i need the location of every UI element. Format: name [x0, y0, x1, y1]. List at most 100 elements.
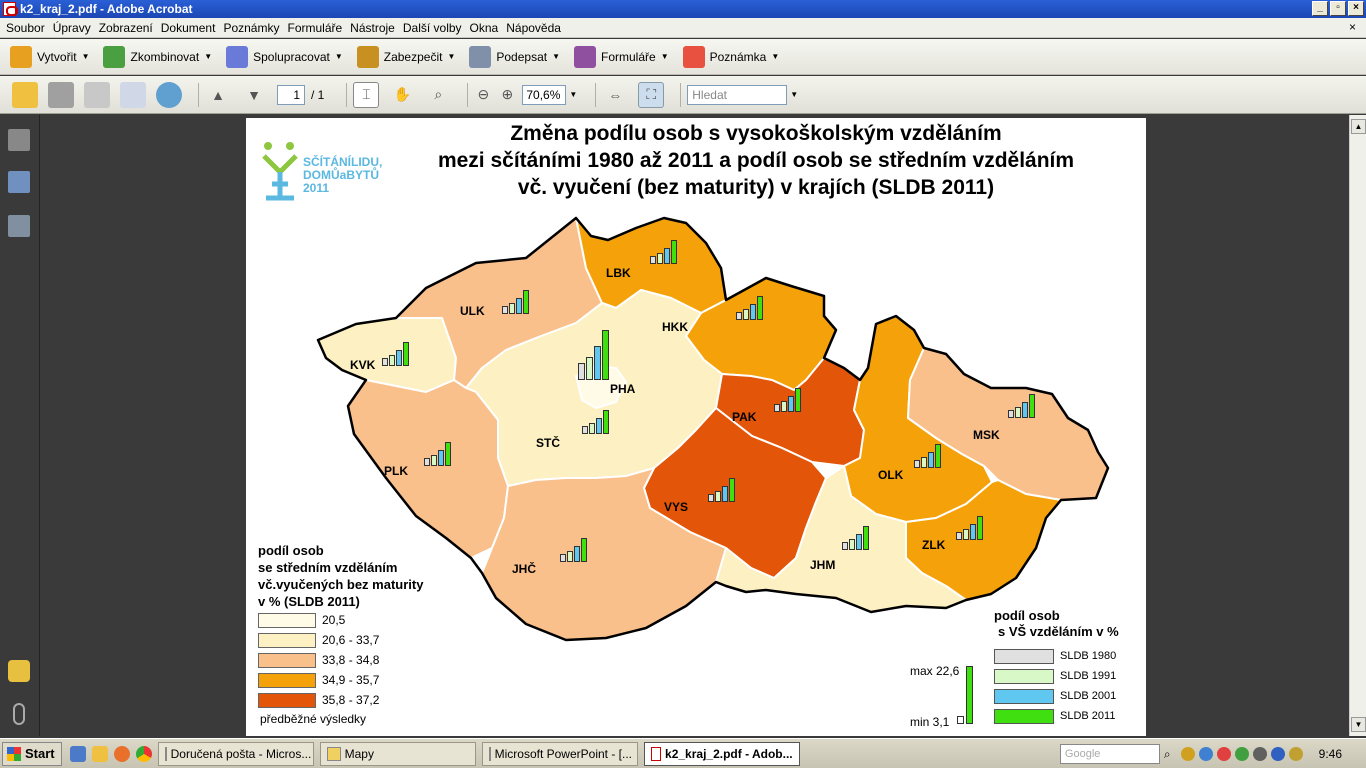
print-icon[interactable]	[48, 81, 74, 108]
zoom-dropdown-icon[interactable]: ▼	[569, 90, 577, 99]
region-bar	[722, 486, 728, 502]
navigation-panel	[0, 115, 40, 736]
region-bar	[567, 551, 573, 562]
search-dropdown-icon[interactable]: ▼	[790, 90, 798, 99]
signatures-icon[interactable]	[8, 215, 30, 237]
acrobat-app-icon	[3, 2, 18, 16]
forms-button[interactable]: Formuláře ▼	[574, 45, 669, 68]
menu-soubor[interactable]: Soubor	[2, 21, 49, 35]
page-number-input[interactable]: 1	[277, 84, 305, 105]
region-bar	[715, 491, 721, 502]
zoom-out-icon[interactable]: ⊖	[474, 82, 492, 108]
tray-icon[interactable]	[1198, 747, 1213, 761]
collaborate-button[interactable]: Spolupracovat ▼	[226, 45, 343, 68]
scroll-up-icon[interactable]: ▲	[1351, 119, 1366, 134]
select-tool-icon[interactable]: ⌶	[353, 81, 380, 108]
restore-button[interactable]: ▫	[1330, 1, 1346, 16]
secure-button[interactable]: Zabezpečit ▼	[356, 45, 455, 68]
scale-min-label: min 3,1	[910, 715, 950, 729]
chrome-icon[interactable]	[135, 745, 152, 762]
start-button[interactable]: Start	[2, 741, 62, 766]
zoom-in-icon[interactable]: ⊕	[498, 82, 516, 108]
menu-poznamky[interactable]: Poznámky	[219, 21, 283, 35]
next-page-icon[interactable]: ▼	[241, 82, 267, 108]
previous-page-icon[interactable]: ▲	[205, 82, 231, 108]
vertical-scrollbar[interactable]: ▲ ▼	[1349, 115, 1366, 736]
web-icon[interactable]	[156, 81, 182, 108]
bookmarks-icon[interactable]	[8, 171, 30, 193]
fit-page-icon[interactable]: ⛶	[638, 81, 665, 108]
save-icon[interactable]	[84, 81, 110, 108]
preliminary-results-note: předběžné výsledky	[260, 712, 367, 726]
forms-icon	[574, 45, 597, 68]
legend-class: 20,6 - 33,7	[258, 630, 423, 650]
region-bar	[445, 442, 451, 466]
search-icon[interactable]: ⌕	[1164, 747, 1171, 762]
toolbar-separator	[198, 82, 199, 107]
menu-napoveda[interactable]: Nápověda	[502, 21, 565, 35]
region-bar	[403, 342, 409, 366]
google-search-input[interactable]: Google	[1059, 744, 1160, 764]
region-bar-chart-pak	[774, 388, 801, 412]
tray-icon[interactable]	[1252, 747, 1267, 761]
task-powerpoint[interactable]: Microsoft PowerPoint - [...	[481, 741, 638, 766]
email-icon[interactable]	[120, 81, 146, 108]
system-tray: Google ⌕ 9:46	[1059, 741, 1366, 767]
region-bar	[842, 542, 848, 550]
toolbar-separator	[595, 82, 597, 107]
zoom-tool-icon[interactable]: ⌕	[425, 82, 451, 108]
task-acrobat[interactable]: k2_kraj_2.pdf - Adob...	[643, 741, 800, 766]
firefox-icon[interactable]	[113, 745, 130, 762]
create-button[interactable]: Vytvořit ▼	[10, 45, 89, 68]
combine-button[interactable]: Zkombinovat ▼	[103, 45, 212, 68]
outlook-icon[interactable]	[91, 745, 108, 762]
menu-nastroje[interactable]: Nástroje	[346, 21, 399, 35]
menu-dokument[interactable]: Dokument	[157, 21, 220, 35]
region-bar	[1008, 410, 1014, 418]
menu-okna[interactable]: Okna	[466, 21, 503, 35]
region-bar	[589, 423, 595, 434]
region-bar	[664, 248, 670, 264]
search-input[interactable]: Hledat	[687, 84, 788, 105]
region-bar	[389, 355, 395, 366]
fit-width-icon[interactable]: ⇔	[602, 82, 628, 108]
menu-dalsi-volby[interactable]: Další volby	[399, 21, 466, 35]
tray-icon[interactable]	[1180, 747, 1195, 761]
region-bar	[863, 526, 869, 550]
region-label-jhč: JHČ	[512, 562, 537, 576]
open-folder-icon[interactable]	[12, 81, 38, 108]
region-bar	[708, 494, 714, 502]
region-bar	[914, 460, 920, 468]
menu-zobrazeni[interactable]: Zobrazení	[95, 21, 157, 35]
tray-icon[interactable]	[1216, 747, 1231, 761]
clock[interactable]: 9:46	[1319, 747, 1342, 761]
close-button[interactable]: ×	[1348, 1, 1364, 16]
menu-formulare[interactable]: Formuláře	[283, 21, 346, 35]
scale-min-bar	[957, 716, 964, 724]
comments-icon[interactable]	[8, 660, 30, 682]
navigation-toolbar: ▲ ▼ 1 / 1 ⌶ ✋ ⌕ ⊖ ⊕ 70,6% ▼ ⇔ ⛶ Hledat ▼	[0, 76, 1366, 114]
region-label-stč: STČ	[536, 436, 560, 450]
region-bar	[1022, 402, 1028, 418]
region-bar	[424, 458, 430, 466]
attachments-icon[interactable]	[13, 703, 25, 725]
zoom-level-input[interactable]: 70,6%	[522, 84, 567, 105]
comment-button[interactable]: Poznámka ▼	[682, 45, 779, 68]
scroll-down-icon[interactable]: ▼	[1351, 717, 1366, 732]
region-bar	[795, 388, 801, 412]
sign-button[interactable]: Podepsat ▼	[469, 45, 560, 68]
legend-series: SLDB 1980	[994, 646, 1116, 666]
legend-university-education: podíl osob s VŠ vzděláním v %	[994, 608, 1119, 639]
region-bar	[956, 532, 962, 540]
document-close-icon[interactable]: ×	[1345, 20, 1360, 34]
pages-icon[interactable]	[8, 129, 30, 151]
task-mapy[interactable]: Mapy	[319, 741, 476, 766]
tray-icon[interactable]	[1234, 747, 1249, 761]
menu-upravy[interactable]: Úpravy	[49, 21, 95, 35]
desktop-icon[interactable]	[69, 745, 86, 762]
tray-icon[interactable]	[1270, 747, 1285, 761]
minimize-button[interactable]: _	[1312, 1, 1328, 16]
hand-tool-icon[interactable]: ✋	[389, 82, 415, 108]
task-outlook[interactable]: Doručená pošta - Micros...	[157, 741, 314, 766]
tray-icon[interactable]	[1288, 747, 1303, 761]
